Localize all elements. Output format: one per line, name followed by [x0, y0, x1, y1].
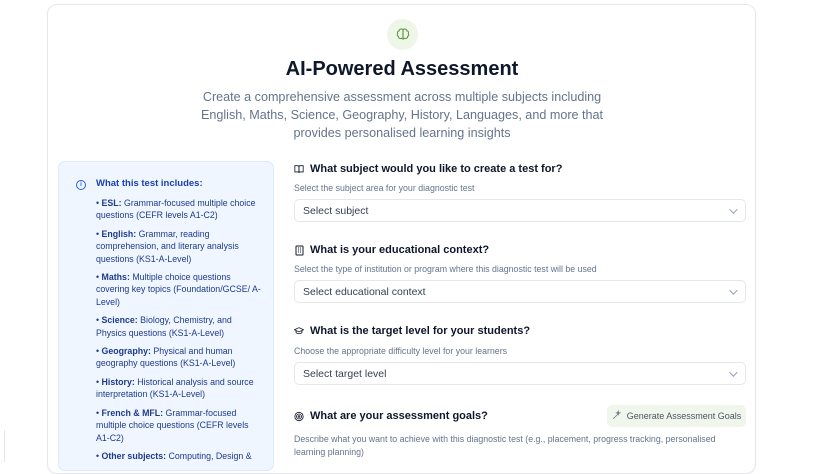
building-icon: [294, 245, 304, 255]
subject-select[interactable]: Select subject: [294, 199, 746, 222]
generate-goals-label: Generate Assessment Goals: [626, 411, 742, 421]
side-edge: [0, 430, 5, 462]
info-title: What this test includes:: [96, 178, 203, 189]
target-icon: [294, 411, 304, 421]
level-select-value: Select target level: [303, 367, 387, 380]
list-item: • Maths: Multiple choice questions cover…: [96, 272, 261, 307]
context-question: What is your educational context?: [294, 244, 489, 256]
page-title: AI-Powered Assessment: [285, 58, 519, 80]
list-item: • ESL: Grammar-focused multiple choice q…: [96, 198, 256, 221]
list-item: • English: Grammar, reading comprehensio…: [96, 228, 239, 264]
info-icon: i: [76, 180, 86, 190]
info-list: • ESL: Grammar-focused multiple choice q…: [96, 197, 264, 468]
list-item: • Science: Biology, Chemistry, and Physi…: [96, 315, 232, 338]
subject-hint: Select the subject area for your diagnos…: [294, 183, 475, 193]
chevron-down-icon: [729, 204, 738, 214]
context-hint: Select the type of institution or progra…: [294, 264, 597, 274]
level-hint: Choose the appropriate difficulty level …: [294, 346, 508, 356]
brain-icon: [387, 19, 418, 50]
subject-question: What subject would you like to create a …: [294, 163, 562, 175]
page-subtitle: Create a comprehensive assessment across…: [200, 90, 604, 140]
context-question-title: What is your educational context?: [310, 244, 490, 256]
context-select-value: Select educational context: [303, 285, 426, 298]
subject-question-title: What subject would you like to create a …: [310, 163, 563, 175]
level-question: What is the target level for your studen…: [294, 325, 530, 337]
list-item: • French & MFL: Grammar-focused multiple…: [96, 407, 249, 443]
goals-hint: Describe what you want to achieve with t…: [294, 434, 716, 457]
level-select[interactable]: Select target level: [294, 362, 746, 385]
chevron-down-icon: [729, 285, 738, 295]
list-item: • Geography: Physical and human geograph…: [96, 346, 236, 369]
goals-question-title: What are your assessment goals?: [310, 410, 488, 422]
graduation-cap-icon: [294, 326, 304, 336]
subject-select-value: Select subject: [303, 204, 369, 217]
chevron-down-icon: [729, 367, 738, 377]
context-select[interactable]: Select educational context: [294, 280, 746, 303]
goals-question: What are your assessment goals?: [294, 410, 488, 422]
generate-goals-button[interactable]: Generate Assessment Goals: [607, 405, 746, 427]
list-item: • History: Historical analysis and sourc…: [96, 376, 254, 400]
level-question-title: What is the target level for your studen…: [310, 325, 531, 337]
wand-icon: [612, 409, 622, 422]
list-item: • Other subjects: Computing, Design &: [96, 450, 252, 461]
book-icon: [294, 164, 304, 174]
